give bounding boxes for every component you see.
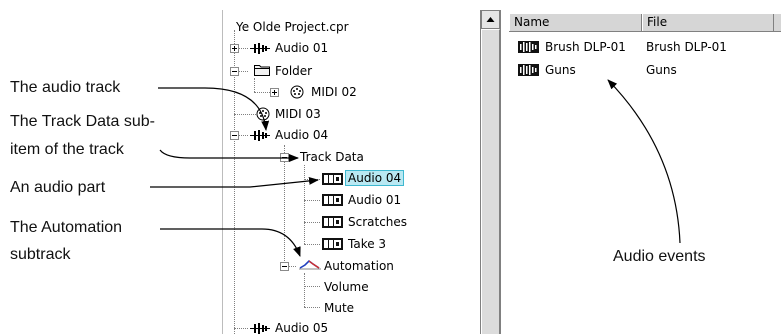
arrow-audio-part	[150, 176, 319, 188]
arrow-audio-events	[607, 79, 681, 244]
arrow-audio-track	[158, 87, 270, 131]
callout-arrows-layer	[150, 79, 681, 257]
arrow-automation	[160, 228, 301, 257]
arrow-track-data	[159, 149, 299, 162]
